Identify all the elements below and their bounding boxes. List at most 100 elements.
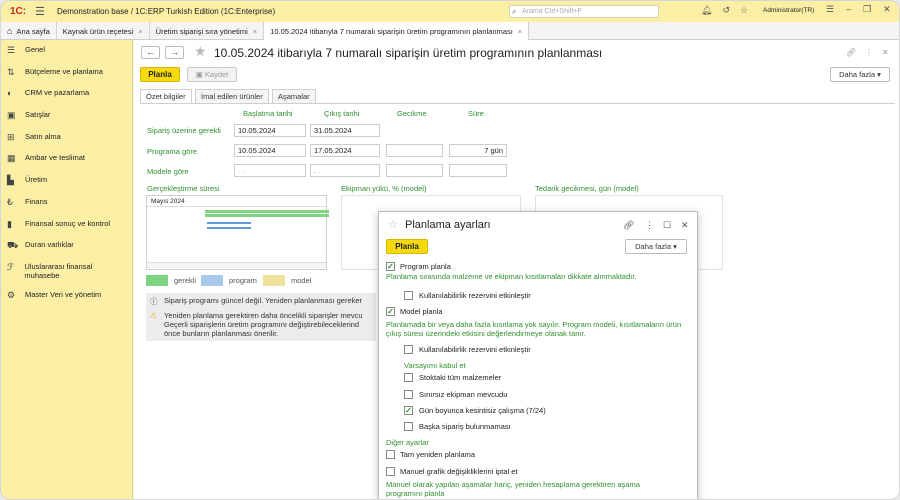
sidebar-item-budgeting[interactable]: ⇅ Bütçeleme ve planlama	[1, 62, 132, 84]
sidebar-item-purchase[interactable]: ⊞ Satın alma	[1, 127, 132, 149]
all-materials-checkbox[interactable]	[404, 373, 413, 382]
legend-label: model	[291, 276, 312, 285]
sidebar-item-fixed-assets[interactable]: ⛟ Duran varlıklar	[1, 235, 132, 257]
save-button[interactable]: ▣ Kaydet	[187, 67, 237, 82]
star-icon[interactable]: ☆	[740, 5, 748, 16]
forward-button[interactable]: →	[165, 46, 184, 59]
dialog-more-button[interactable]: Daha fazla ▾	[625, 239, 687, 254]
app-window: 1C: ☰ Demonstration base / 1C:ERP Turkis…	[0, 0, 900, 500]
close-icon[interactable]: ✕	[883, 4, 891, 15]
more-options-icon[interactable]: ⋮	[865, 48, 873, 57]
tab-manufactured-products[interactable]: İmal edilen ürünler	[195, 89, 269, 104]
sidebar-item-crm[interactable]: ◐ CRM ve pazarlama	[1, 83, 132, 105]
settings-menu-icon[interactable]: ☰	[826, 4, 834, 15]
close-tab-icon[interactable]: ×	[138, 27, 142, 36]
sidebar-item-production[interactable]: ▙ Üretim	[1, 170, 132, 192]
gantt-scrollbar[interactable]	[147, 262, 326, 268]
sidebar-item-warehouse[interactable]: ▦ Ambar ve teslimat	[1, 148, 132, 170]
search-input[interactable]: ⌕ Arama Ctrl+Shift+F	[509, 5, 659, 18]
more-options-icon[interactable]: ⋮	[645, 220, 654, 231]
tab-resource-recipe[interactable]: Kaynak ürün reçetesi ×	[57, 22, 150, 40]
crm-icon: ◐	[7, 88, 13, 99]
sidebar-item-general[interactable]: ☰ Genel	[1, 40, 132, 62]
more-button[interactable]: Daha fazla ▾	[830, 67, 890, 82]
all-materials-label: Stoktaki tüm malzemeler	[419, 373, 502, 382]
column-start-date: Başlatma tarihi	[243, 109, 293, 118]
sidebar-item-sales[interactable]: ▣ Satışlar	[1, 105, 132, 127]
back-button[interactable]: ←	[141, 46, 160, 59]
tab-label: Ana sayfa	[16, 26, 50, 36]
full-replan-label: Tam yeniden planlama	[400, 450, 476, 459]
history-icon[interactable]: ↺	[722, 5, 730, 16]
sidebar-item-financial-results[interactable]: ▮ Finansal sonuç ve kontrol	[1, 214, 132, 236]
top-bar: 1C: ☰ Demonstration base / 1C:ERP Turkis…	[1, 1, 899, 22]
model-delay-field[interactable]	[386, 164, 443, 177]
program-plan-checkbox[interactable]: ✓	[386, 262, 395, 271]
tab-order-queue[interactable]: Üretim siparişi sıra yönetimi ×	[150, 22, 265, 40]
program-duration-field[interactable]: 7 gün	[449, 144, 507, 157]
favorite-star-icon[interactable]: ☆	[388, 218, 398, 231]
no-other-orders-label: Başka sipariş bulunmaması	[419, 422, 511, 431]
section-equipment-load: Ekipman yükü, % (model)	[341, 184, 427, 193]
favorite-star-icon[interactable]: ★	[194, 43, 207, 60]
warning-icon: ⚠	[150, 311, 157, 320]
program-delay-field[interactable]	[386, 144, 443, 157]
close-tab-icon[interactable]: ×	[518, 27, 522, 36]
column-delay: Gecikme	[397, 109, 427, 118]
tab-stages[interactable]: Aşamalar	[272, 89, 316, 104]
required-start-field[interactable]: 10.05.2024	[234, 124, 306, 137]
gantt-chart[interactable]: Mayıs 2024	[146, 195, 329, 270]
plan-button[interactable]: Planla	[140, 67, 180, 82]
sidebar-item-ifrs[interactable]: ℱ Uluslararası finansal muhasebe	[1, 257, 132, 287]
tab-home[interactable]: ⌂ Ana sayfa	[1, 22, 57, 40]
restore-icon[interactable]: ❐	[863, 4, 871, 15]
tab-summary[interactable]: Özet bilgiler	[140, 89, 192, 104]
close-form-icon[interactable]: ✕	[882, 48, 889, 57]
gantt-header-line	[147, 206, 326, 207]
warning-line-1: Yeniden planlama gerektiren daha öncelik…	[164, 311, 363, 320]
cancel-manual-checkbox[interactable]	[386, 467, 395, 476]
bell-icon[interactable]: 🔔︎	[701, 5, 712, 16]
app-logo: 1C:	[9, 6, 27, 17]
gantt-bar-required	[205, 214, 329, 217]
continuous-work-checkbox[interactable]: ✓	[404, 406, 413, 415]
link-icon[interactable]: 🔗︎	[623, 220, 634, 231]
production-icon: ▙	[7, 175, 14, 186]
gantt-bar-program	[207, 227, 251, 229]
unlimited-equipment-checkbox[interactable]	[404, 390, 413, 399]
program-start-field[interactable]: 10.05.2024	[234, 144, 306, 157]
close-tab-icon[interactable]: ×	[253, 27, 257, 36]
close-dialog-icon[interactable]: ✕	[681, 220, 689, 231]
sidebar-item-label: Genel	[25, 45, 46, 54]
open-tabs-bar: ⌂ Ana sayfa Kaynak ürün reçetesi × Üretim …	[1, 22, 899, 40]
tab-label: Üretim siparişi sıra yönetimi	[155, 26, 248, 36]
gantt-bar-program	[207, 222, 251, 224]
link-icon[interactable]: 🔗︎	[846, 48, 856, 57]
sidebar-item-label: Üretim	[25, 175, 48, 185]
program-end-field[interactable]: 17.05.2024	[310, 144, 380, 157]
user-name[interactable]: Administrator(TR)	[763, 7, 814, 14]
reserve-checkbox-2[interactable]	[404, 345, 413, 354]
tab-production-plan[interactable]: 10.05.2024 itibarıyla 7 numaralı sipariş…	[264, 22, 530, 40]
reserve-checkbox-1[interactable]	[404, 291, 413, 300]
sidebar-item-label: Duran varlıklar	[25, 240, 74, 250]
model-plan-checkbox[interactable]: ✓	[386, 307, 395, 316]
model-start-field[interactable]: . .	[234, 164, 306, 177]
full-replan-checkbox[interactable]	[386, 450, 395, 459]
menu-icon[interactable]: ☰	[35, 5, 51, 18]
save-label: Kaydet	[204, 70, 229, 79]
maximize-icon[interactable]: ☐	[663, 220, 671, 231]
tab-divider	[140, 103, 895, 104]
minimize-icon[interactable]: –	[846, 4, 851, 15]
dialog-plan-button[interactable]: Planla	[386, 239, 428, 254]
cancel-manual-label: Manuel grafik değişikliklerini iptal et	[400, 467, 518, 476]
sidebar-item-master-data[interactable]: ⚙ Master Veri ve yönetim	[1, 287, 132, 309]
sidebar-item-finance[interactable]: ₺ Finans	[1, 192, 132, 214]
model-duration-field[interactable]	[449, 164, 507, 177]
column-end-date: Çıkış tarihi	[324, 109, 360, 118]
no-other-orders-checkbox[interactable]	[404, 422, 413, 431]
asset-icon: ⛟	[7, 240, 19, 251]
sales-icon: ▣	[7, 110, 16, 121]
required-end-field[interactable]: 31.05.2024	[310, 124, 380, 137]
model-end-field[interactable]: . .	[310, 164, 380, 177]
